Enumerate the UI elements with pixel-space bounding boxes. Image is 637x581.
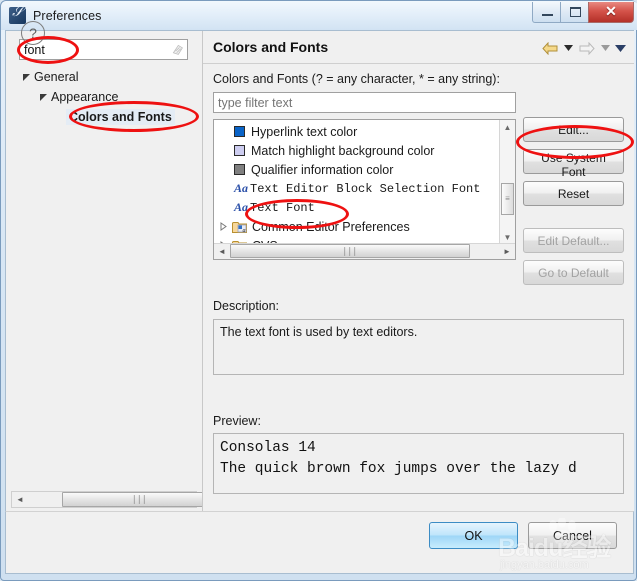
go-to-default-button: Go to Default [523, 260, 624, 285]
color-swatch-icon [234, 145, 245, 156]
page-title: Colors and Fonts [213, 39, 329, 55]
view-menu-chevron-down-icon[interactable] [615, 41, 626, 55]
scroll-left-icon[interactable]: ◄ [214, 244, 230, 259]
scroll-left-icon[interactable]: ◄ [12, 492, 28, 507]
scroll-thumb[interactable]: ∣∣∣ [62, 492, 217, 507]
description-label: Description: [213, 299, 279, 313]
tree-item-label: Hyperlink text color [251, 124, 358, 139]
grip-icon: ∣∣∣ [132, 494, 147, 504]
tree-item-common-editor-preferences[interactable]: a Common Editor Preferences [214, 217, 499, 236]
search-input[interactable] [19, 39, 188, 60]
sidebar-filter-row [19, 39, 188, 60]
tree-items: Hyperlink text color Match highlight bac… [214, 122, 499, 259]
tree-item-label: Text Editor Block Selection Font [250, 181, 481, 196]
close-icon: ✕ [605, 3, 617, 19]
back-arrow-icon[interactable] [541, 40, 559, 56]
edit-button[interactable]: Edit... [523, 117, 624, 142]
back-menu-chevron-down-icon[interactable] [563, 41, 574, 55]
font-aa-icon: Aa [234, 181, 249, 195]
forward-menu-chevron-down-icon [600, 41, 611, 55]
use-system-font-button[interactable]: Use System Font [523, 149, 624, 179]
window-controls: ✕ [532, 2, 634, 24]
minimize-button[interactable] [532, 2, 561, 23]
sidebar-tree: General Appearance Colors and Fonts [6, 67, 202, 127]
description-text: The text font is used by text editors. [213, 319, 624, 375]
dialog-body: General Appearance Colors and Fonts ◄ ∣∣… [5, 30, 634, 537]
navigation-toolbar [541, 40, 626, 56]
preview-box: Consolas 14 The quick brown fox jumps ov… [213, 433, 624, 494]
sidebar-item-colors-and-fonts[interactable]: Colors and Fonts [6, 107, 202, 127]
ok-button[interactable]: OK [429, 522, 518, 549]
edit-default-button: Edit Default... [523, 228, 624, 253]
expanded-triangle-icon[interactable] [36, 93, 50, 102]
svg-text:a: a [243, 228, 246, 234]
sidebar-item-appearance[interactable]: Appearance [6, 87, 202, 107]
filter-label: Colors and Fonts (? = any character, * =… [213, 72, 500, 86]
header-divider [203, 63, 634, 64]
color-swatch-icon [234, 164, 245, 175]
reset-button[interactable]: Reset [523, 181, 624, 206]
type-filter-input[interactable] [213, 92, 516, 113]
preferences-window: Preferences ✕ [0, 0, 637, 581]
scroll-thumb[interactable]: ≡ [501, 183, 514, 215]
tree-item-text-editor-block-selection-font[interactable]: Aa Text Editor Block Selection Font [214, 179, 499, 198]
colors-and-fonts-page: Colors and Fonts Colors and Fonts (? = a… [203, 31, 634, 512]
grip-icon: ∣∣∣ [342, 245, 358, 256]
help-icon[interactable]: ? [21, 21, 45, 45]
tree-item-label: Match highlight background color [251, 143, 435, 158]
font-folder-icon: a [232, 220, 248, 234]
eclipse-preferences-icon [9, 5, 26, 24]
forward-arrow-icon [578, 40, 596, 56]
expanded-triangle-icon[interactable] [19, 73, 33, 82]
sidebar-item-label: General [34, 70, 79, 84]
tree-item-text-font[interactable]: Aa Text Font [214, 198, 499, 217]
tree-item-label: Common Editor Preferences [252, 219, 410, 234]
colors-fonts-tree[interactable]: Hyperlink text color Match highlight bac… [213, 119, 516, 260]
eraser-icon[interactable] [171, 43, 184, 56]
grip-icon: ≡ [505, 194, 510, 203]
window-title: Preferences [33, 8, 102, 23]
font-actions-buttons: Edit... Use System Font Reset Edit Defau… [523, 117, 624, 292]
tree-item-match-highlight-background-color[interactable]: Match highlight background color [214, 141, 499, 160]
tree-item-label: Qualifier information color [251, 162, 394, 177]
sidebar-horizontal-scrollbar[interactable]: ◄ ∣∣∣ ► [11, 491, 217, 508]
preference-tree-pane: General Appearance Colors and Fonts ◄ ∣∣… [6, 31, 217, 512]
sidebar-item-label: Appearance [51, 90, 119, 104]
tree-item-qualifier-information-color[interactable]: Qualifier information color [214, 160, 499, 179]
color-swatch-icon [234, 126, 245, 137]
tree-horizontal-scrollbar[interactable]: ◄ ∣∣∣ ► [214, 243, 515, 259]
font-aa-icon: Aa [234, 200, 249, 214]
sidebar-item-label: Colors and Fonts [66, 109, 175, 125]
scroll-up-icon[interactable]: ▲ [500, 120, 515, 135]
sidebar-item-general[interactable]: General [6, 67, 202, 87]
collapsed-triangle-icon[interactable] [217, 222, 230, 231]
cancel-button[interactable]: Cancel [528, 522, 617, 549]
tree-vertical-scrollbar[interactable]: ▲ ≡ ▼ [499, 120, 515, 245]
preview-label: Preview: [213, 414, 261, 428]
tree-item-hyperlink-text-color[interactable]: Hyperlink text color [214, 122, 499, 141]
scroll-thumb[interactable]: ∣∣∣ [230, 244, 470, 258]
minimize-icon [542, 14, 553, 16]
scroll-track[interactable]: ∣∣∣ [28, 492, 217, 507]
preview-line-1: Consolas 14 [220, 440, 316, 456]
scroll-track[interactable]: ∣∣∣ [230, 244, 499, 259]
maximize-button[interactable] [560, 2, 589, 23]
tree-item-label: Text Font [250, 200, 315, 215]
close-button[interactable]: ✕ [588, 2, 634, 23]
title-bar[interactable]: Preferences ✕ [1, 1, 637, 30]
preview-line-2: The quick brown fox jumps over the lazy … [220, 461, 577, 477]
maximize-icon [570, 7, 581, 17]
scroll-right-icon[interactable]: ► [499, 244, 515, 259]
